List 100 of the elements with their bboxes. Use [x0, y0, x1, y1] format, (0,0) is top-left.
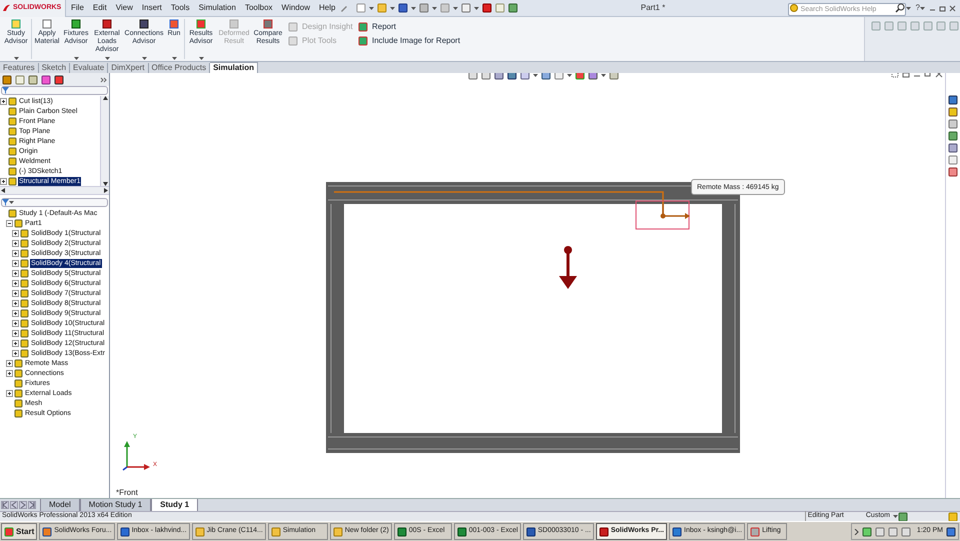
command-list-item[interactable]: Include Image for Report — [358, 34, 468, 48]
caret-icon[interactable] — [432, 6, 438, 10]
tree-node-icon — [8, 208, 17, 218]
search-icon[interactable] — [894, 2, 905, 12]
tree-node-icon — [20, 248, 29, 258]
status-icon[interactable] — [898, 512, 908, 522]
expand-icon[interactable] — [6, 390, 13, 396]
menu-item[interactable]: Edit — [92, 2, 108, 14]
study-tab[interactable]: Motion Study 1 — [80, 499, 152, 511]
start-button[interactable]: Start — [1, 523, 38, 540]
menu-item[interactable]: Help — [318, 2, 336, 14]
caret-icon[interactable] — [390, 6, 396, 10]
document-title: Part1 * — [640, 2, 666, 14]
caret-icon[interactable] — [172, 57, 176, 60]
tree-node-icon — [20, 328, 29, 338]
app-icon — [456, 526, 467, 536]
nav-arrow-icon[interactable] — [28, 501, 36, 509]
app-icon — [526, 526, 536, 536]
expand-icon[interactable] — [12, 270, 19, 276]
caret-icon[interactable] — [453, 6, 458, 10]
menu-item[interactable]: Toolbox — [244, 2, 274, 14]
scroll-left-icon[interactable] — [1, 188, 5, 193]
app-icon — [194, 526, 205, 536]
tab[interactable]: Simulation — [210, 62, 258, 73]
expand-icon[interactable] — [12, 340, 19, 346]
caret-icon[interactable] — [920, 6, 925, 10]
expand-icon[interactable] — [12, 260, 19, 266]
restore-icon[interactable] — [939, 4, 946, 12]
menu-item[interactable]: Window — [280, 2, 311, 14]
expand-icon[interactable] — [12, 250, 19, 256]
toolbar-icon[interactable] — [461, 3, 472, 13]
view-label: *Front — [116, 487, 138, 498]
menu-item[interactable]: Insert — [140, 2, 163, 14]
command-icon — [196, 19, 206, 29]
tray-expand-icon[interactable] — [854, 528, 859, 534]
filter-field[interactable] — [1, 198, 108, 207]
app-icon — [120, 526, 130, 536]
caret-icon[interactable] — [893, 515, 898, 518]
horizontal-scroll-bar[interactable] — [0, 186, 109, 195]
show-desktop-icon[interactable] — [946, 526, 956, 536]
expand-icon[interactable] — [12, 290, 19, 296]
expand-icon[interactable] — [12, 300, 19, 306]
help-button[interactable]: ? — [916, 2, 920, 14]
expand-icon[interactable] — [12, 350, 19, 356]
caret-icon[interactable] — [369, 6, 374, 10]
tree-node-icon — [14, 378, 23, 388]
tree-node-icon — [20, 268, 29, 278]
collapse-icon[interactable] — [6, 220, 13, 226]
nav-arrow-icon[interactable] — [19, 501, 27, 509]
caret-icon[interactable] — [474, 6, 480, 10]
tray-icon[interactable] — [862, 526, 872, 536]
dropdown-caret-icon[interactable] — [906, 6, 911, 10]
tree-node-icon — [14, 388, 23, 398]
tray-icon[interactable] — [874, 526, 885, 536]
tray-icon[interactable] — [900, 526, 911, 536]
tree-node-icon — [8, 106, 17, 116]
command-list-item[interactable]: Report — [358, 20, 468, 34]
toolbar-icon[interactable] — [482, 3, 492, 13]
scroll-bar[interactable] — [100, 96, 109, 186]
pushpin-icon[interactable] — [340, 4, 348, 12]
expand-icon[interactable] — [12, 330, 19, 336]
status-icon[interactable] — [948, 512, 958, 522]
study-tab[interactable]: Study 1 — [151, 499, 198, 511]
caret-icon[interactable] — [9, 201, 14, 204]
expand-panel-icon[interactable] — [100, 76, 107, 82]
caret-icon[interactable] — [198, 57, 204, 60]
toolbar-icon[interactable] — [508, 3, 518, 13]
expand-icon[interactable] — [0, 178, 7, 184]
menu-item[interactable]: Tools — [170, 2, 191, 14]
close-icon[interactable] — [949, 4, 956, 12]
filter-field[interactable] — [1, 86, 108, 95]
tree-node-icon — [20, 278, 29, 288]
tree-node-icon — [14, 358, 23, 368]
expand-icon[interactable] — [12, 230, 19, 236]
caret-icon[interactable] — [104, 57, 110, 60]
caret-icon[interactable] — [74, 57, 78, 60]
tree-node-icon — [20, 238, 29, 248]
expand-icon[interactable] — [6, 370, 13, 376]
expand-icon[interactable] — [12, 310, 19, 316]
app-icon — [396, 526, 407, 536]
expand-icon[interactable] — [12, 320, 19, 326]
expand-icon[interactable] — [12, 240, 19, 246]
filter-icon[interactable] — [2, 199, 9, 206]
menu-item[interactable]: File — [70, 2, 85, 14]
study-tab[interactable]: Model — [40, 499, 80, 511]
menu-item[interactable]: View — [114, 2, 134, 14]
expand-icon[interactable] — [6, 360, 13, 366]
tree-node-icon — [14, 368, 23, 378]
expand-icon[interactable] — [12, 280, 19, 286]
nav-arrow-icon[interactable] — [1, 501, 9, 509]
menu-item[interactable]: Simulation — [198, 2, 237, 14]
toolbar-icon[interactable] — [419, 3, 430, 13]
caret-icon[interactable] — [142, 57, 146, 60]
nav-arrow-icon[interactable] — [10, 501, 18, 509]
toolbar-icon[interactable] — [398, 3, 408, 13]
scroll-right-icon[interactable] — [104, 188, 108, 193]
expand-icon[interactable] — [0, 98, 7, 104]
tray-icon[interactable] — [888, 526, 898, 536]
caret-icon[interactable] — [411, 6, 416, 10]
caret-icon[interactable] — [14, 57, 18, 60]
